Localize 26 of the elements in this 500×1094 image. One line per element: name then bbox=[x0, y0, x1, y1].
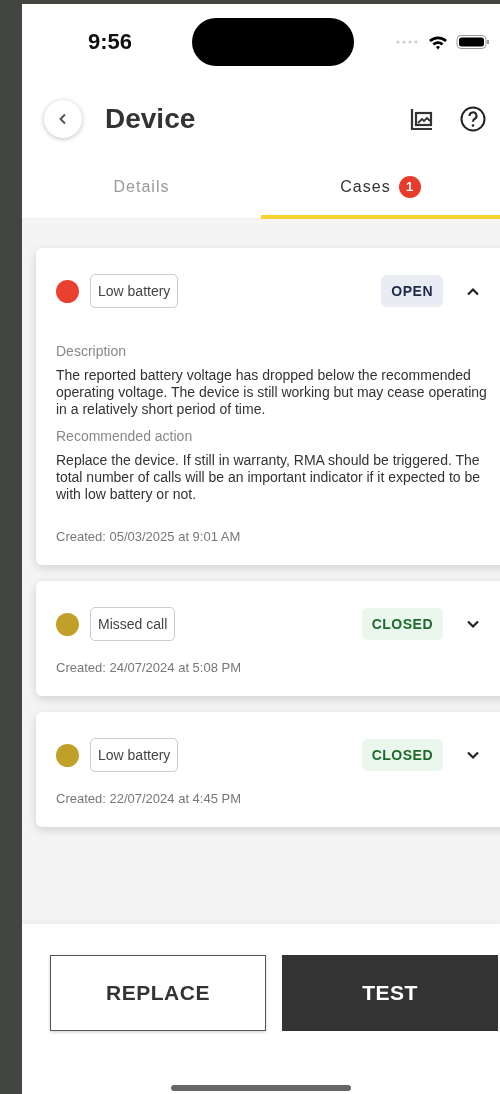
gallery-icon[interactable] bbox=[410, 107, 434, 131]
battery-icon bbox=[456, 34, 490, 50]
expand-button[interactable] bbox=[466, 619, 480, 629]
created-date: Created: 22/07/2024 at 4:45 PM bbox=[56, 791, 242, 806]
section-label: Description bbox=[56, 343, 128, 359]
signal-icon bbox=[396, 40, 420, 44]
status-badge: CLOSED bbox=[361, 608, 443, 640]
page-title: Device bbox=[105, 103, 196, 135]
created-date: Created: 24/07/2024 at 5:08 PM bbox=[56, 660, 242, 675]
case-type-tag: Low battery bbox=[90, 738, 179, 772]
secondary-button[interactable]: REPLACE bbox=[50, 955, 266, 1031]
help-icon[interactable] bbox=[460, 106, 486, 132]
created-date: Created: 05/03/2025 at 9:01 AM bbox=[56, 529, 242, 544]
action-text: Replace the device. If still in warranty, RMA should be triggered. The total number of calls will be an important indicator if it expected to be with low battery or not. bbox=[56, 452, 482, 503]
primary-button[interactable]: TEST bbox=[282, 955, 498, 1031]
status-badge: CLOSED bbox=[361, 739, 443, 771]
status-badge: OPEN bbox=[381, 275, 443, 307]
description-text: The reported battery voltage has dropped below the recommended operating voltage. The device is still working but may cease operating in a relatively short period of time. bbox=[56, 367, 488, 418]
wifi-icon bbox=[428, 34, 448, 50]
expand-button[interactable] bbox=[466, 750, 480, 760]
case-type-tag: Missed call bbox=[90, 607, 176, 641]
case-type-tag: Low battery bbox=[90, 274, 179, 308]
collapse-button[interactable] bbox=[466, 286, 480, 296]
count-badge: 1 bbox=[398, 175, 421, 198]
section-label: Recommended action bbox=[56, 428, 194, 444]
status-time: 9:56 bbox=[88, 29, 133, 55]
